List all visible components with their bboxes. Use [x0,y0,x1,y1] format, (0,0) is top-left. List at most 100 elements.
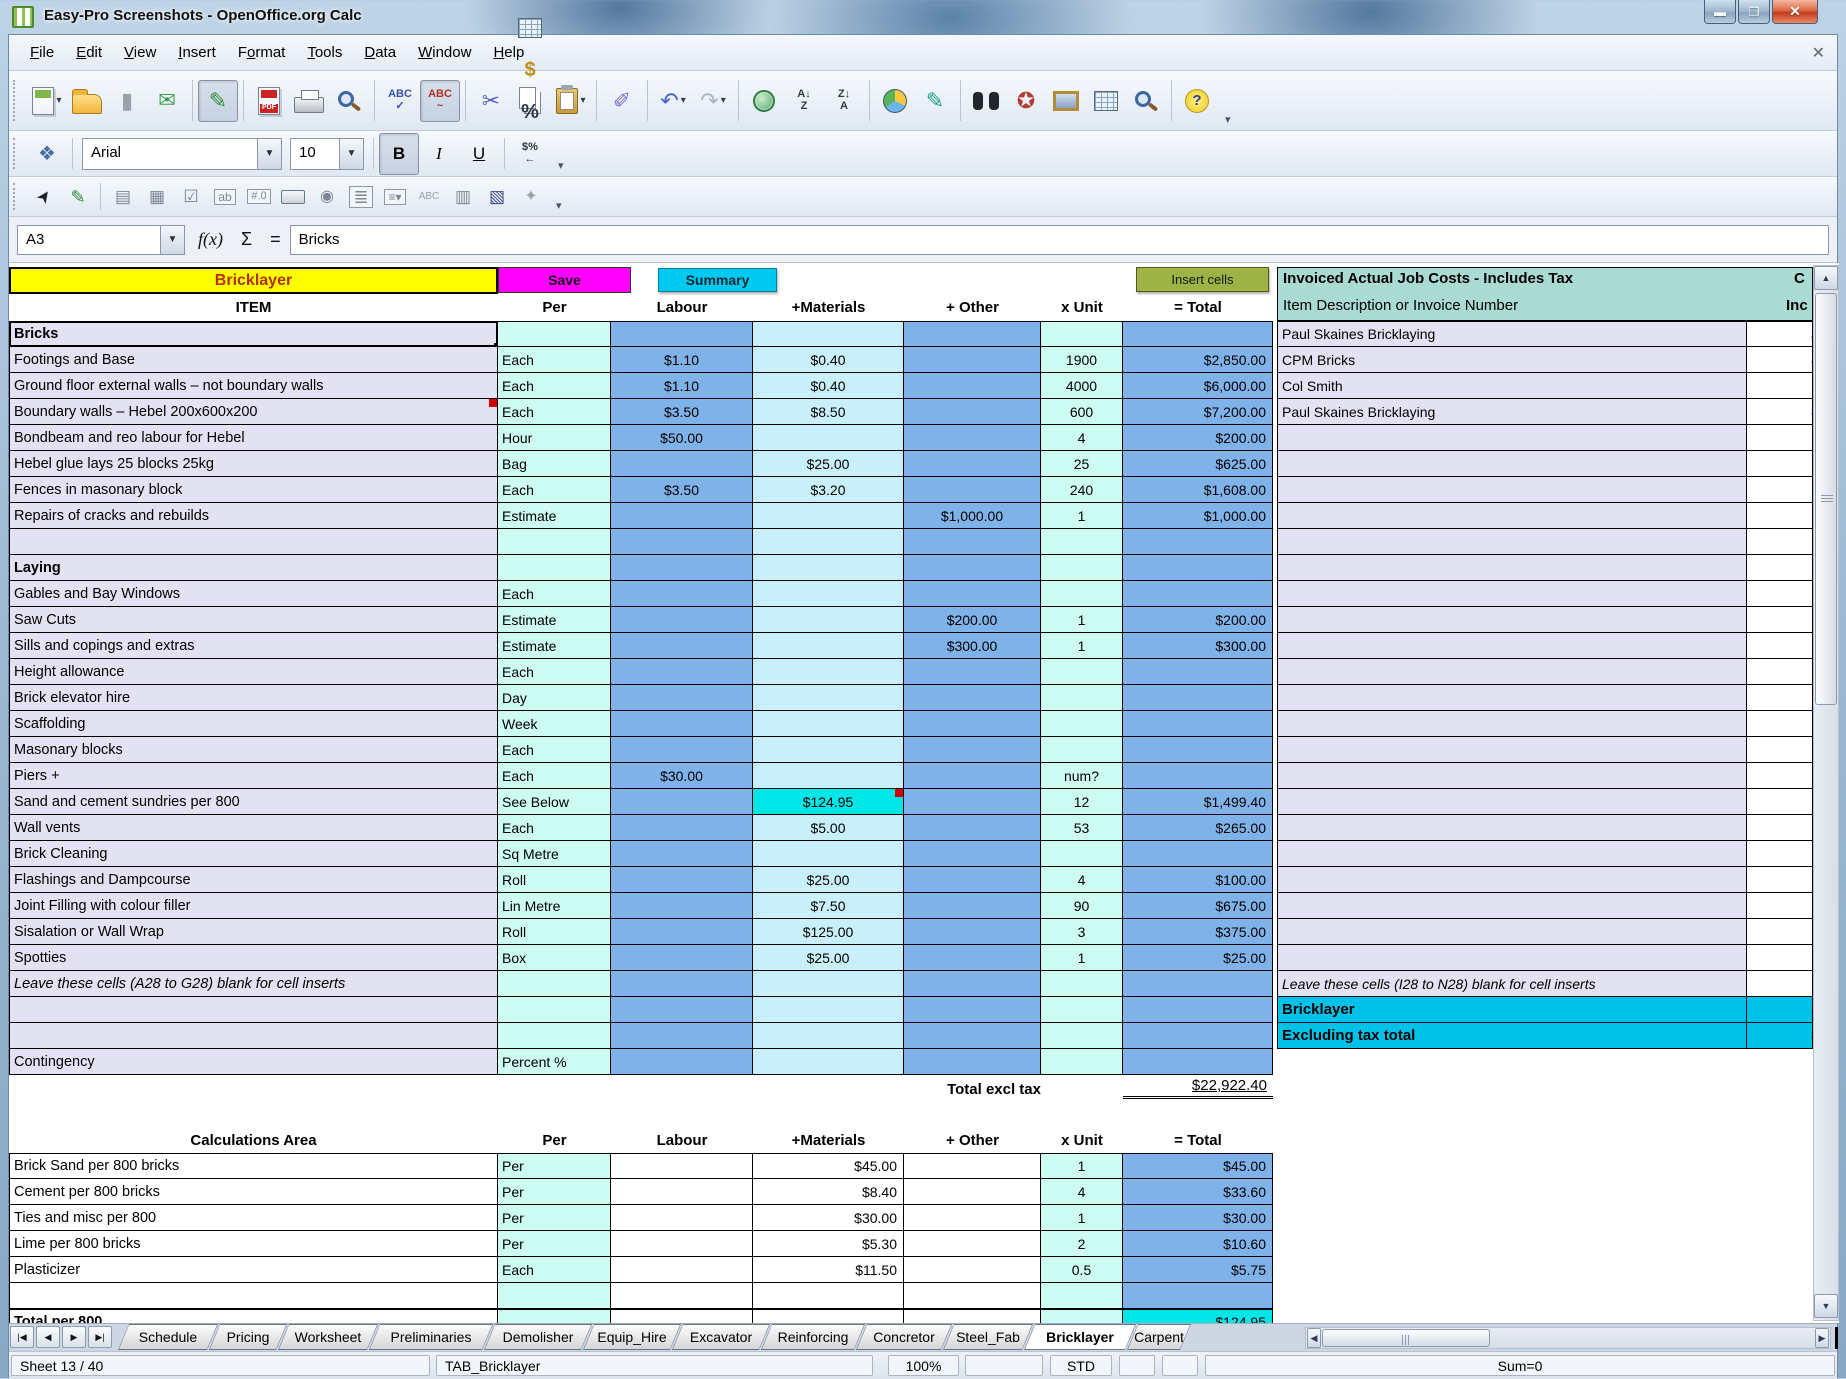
invoice-desc-cell[interactable] [1277,451,1747,477]
cell[interactable]: 90 [1041,893,1123,919]
cell[interactable]: $1,499.40 [1123,789,1273,815]
help-icon[interactable]: ? [1177,80,1217,122]
scroll-left-icon[interactable]: ◀ [1307,1328,1321,1348]
draw-functions-icon[interactable]: ✎ [915,80,955,122]
cell[interactable] [611,1049,753,1075]
save-button[interactable]: Save [498,267,631,293]
invoice-value-cell[interactable] [1747,425,1813,451]
cell[interactable]: $8.40 [753,1179,904,1205]
invoice-desc-cell[interactable] [1277,945,1747,971]
cell[interactable] [904,373,1041,399]
cell[interactable] [1041,841,1123,867]
cell[interactable]: See Below [498,789,611,815]
cell[interactable]: 4 [1041,867,1123,893]
cell[interactable] [498,555,611,581]
cell[interactable] [753,1049,904,1075]
cell[interactable] [753,1283,904,1309]
cell[interactable]: Each [498,763,611,789]
cell[interactable] [1123,737,1273,763]
cell[interactable] [611,1257,753,1283]
status-page-style[interactable]: TAB_Bricklayer [436,1355,873,1376]
cell[interactable]: Lime per 800 bricks [9,1231,498,1257]
cell[interactable]: $50.00 [611,425,753,451]
cell[interactable] [753,1309,904,1323]
checkbox-icon[interactable]: ☑ [174,182,208,212]
cell[interactable] [1123,763,1273,789]
invoice-value-cell[interactable] [1747,477,1813,503]
menu-item-window[interactable]: Window [407,40,482,65]
first-sheet-icon[interactable]: |◀ [10,1326,34,1348]
cell[interactable] [611,867,753,893]
toolbar-drag-handle[interactable] [13,183,21,210]
cell[interactable]: $1,000.00 [1123,503,1273,529]
cell[interactable] [904,347,1041,373]
invoice-value-cell[interactable] [1747,945,1813,971]
cell[interactable]: $1,000.00 [904,503,1041,529]
page-preview-icon[interactable] [329,80,369,122]
cell[interactable] [9,997,498,1023]
cell[interactable]: Total per 800 [9,1309,498,1323]
cell[interactable]: 53 [1041,815,1123,841]
redo-icon[interactable]: ↷▾ [693,80,733,122]
status-zoom[interactable]: 100% [888,1355,959,1376]
bold-button[interactable]: B [379,133,419,175]
cell[interactable]: 1900 [1041,347,1123,373]
design-mode-icon[interactable]: ✎ [61,182,95,212]
cell[interactable] [1041,581,1123,607]
cell[interactable] [753,841,904,867]
cell[interactable] [1123,529,1273,555]
function-wizard-icon[interactable]: f(x) [198,229,223,250]
cell[interactable] [1123,581,1273,607]
select-pointer-icon[interactable]: ➤ [27,182,61,212]
cell[interactable]: $25.00 [1123,945,1273,971]
invoice-desc-cell[interactable]: Excluding tax total [1277,1023,1747,1049]
cell[interactable]: 1 [1041,503,1123,529]
sheet-tab-steel_fab[interactable]: Steel_Fab [943,1324,1033,1350]
invoice-desc-cell[interactable] [1277,763,1747,789]
spreadsheet-grid[interactable]: BricklayerSaveSummaryInsert cellsITEMPer… [9,263,1839,1323]
invoice-value-cell[interactable]: $ [1747,321,1813,347]
cell[interactable] [611,997,753,1023]
font-name-combobox[interactable]: Arial ▼ [82,138,282,170]
cell[interactable] [611,893,753,919]
merge-cells-icon[interactable] [510,7,550,49]
cell[interactable] [498,971,611,997]
invoice-value-cell[interactable] [1747,789,1813,815]
cell[interactable] [611,607,753,633]
invoice-desc-cell[interactable] [1277,607,1747,633]
menu-item-view[interactable]: View [113,40,167,65]
invoice-desc-cell[interactable] [1277,737,1747,763]
italic-button[interactable]: I [419,133,459,175]
dropdown-caret-icon[interactable]: ▾ [580,95,585,106]
dropdown-caret-icon[interactable]: ▾ [56,95,61,106]
vertical-scrollbar[interactable] [1813,265,1839,1321]
cell[interactable]: $7.50 [753,893,904,919]
cell[interactable] [611,945,753,971]
cell[interactable] [753,555,904,581]
invoice-value-cell[interactable] [1747,555,1813,581]
chart-icon[interactable] [875,80,915,122]
sheet-tab-demolisher[interactable]: Demolisher [484,1324,592,1350]
cell[interactable]: $100.00 [1123,867,1273,893]
horizontal-scroll-thumb[interactable] [1322,1329,1490,1347]
cell[interactable] [904,581,1041,607]
cell[interactable]: $265.00 [1123,815,1273,841]
cell[interactable]: Box [498,945,611,971]
cell[interactable]: Wall vents [9,815,498,841]
invoice-value-cell[interactable]: $ [1747,997,1813,1023]
cell[interactable] [904,867,1041,893]
cell[interactable] [904,451,1041,477]
cell[interactable] [753,633,904,659]
cell[interactable] [498,997,611,1023]
cell[interactable] [904,425,1041,451]
sheet-tab-preliminaries[interactable]: Preliminaries [369,1324,493,1350]
cell[interactable]: 4 [1041,1179,1123,1205]
cell[interactable] [753,763,904,789]
cell[interactable] [753,529,904,555]
cell[interactable] [1123,711,1273,737]
cell[interactable]: Estimate [498,607,611,633]
cell[interactable] [904,529,1041,555]
cell[interactable]: $11.50 [753,1257,904,1283]
cell[interactable] [498,1023,611,1049]
horizontal-scrollbar[interactable]: ◀▶ [1305,1327,1831,1349]
